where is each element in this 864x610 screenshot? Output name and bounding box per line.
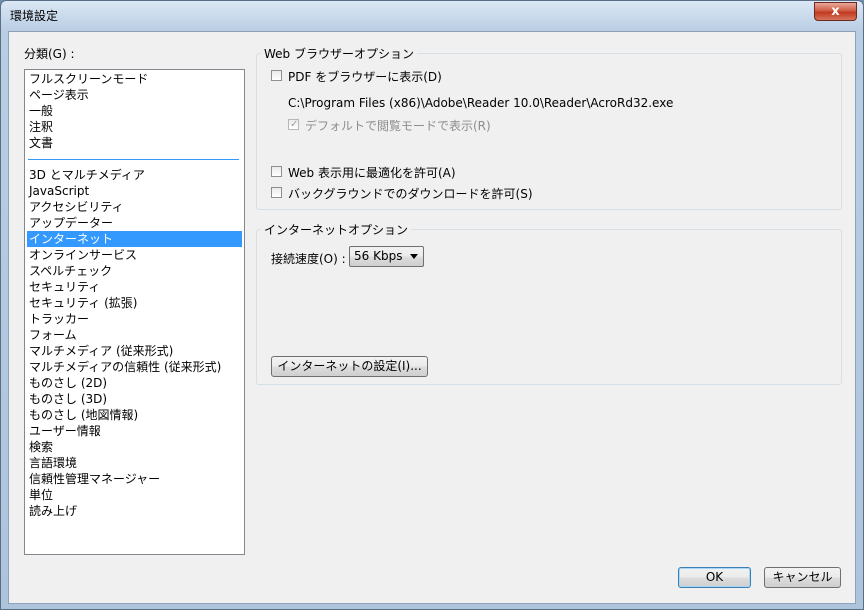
connection-speed-select[interactable]: 56 Kbps xyxy=(349,246,424,267)
background-download-label: バックグラウンドでのダウンロードを許可(S) xyxy=(288,187,533,201)
web-browser-options-title: Web ブラウザーオプション xyxy=(261,45,417,62)
list-item-selected[interactable]: インターネット xyxy=(27,231,242,247)
checkbox-box[interactable] xyxy=(271,187,282,198)
list-item[interactable]: アクセシビリティ xyxy=(27,199,242,215)
default-read-mode-label: デフォルトで閲覧モードで表示(R) xyxy=(305,119,491,133)
checkbox-box[interactable] xyxy=(271,70,282,81)
list-item[interactable]: JavaScript xyxy=(27,183,242,199)
list-item[interactable]: トラッカー xyxy=(27,311,242,327)
list-item[interactable]: 一般 xyxy=(27,103,242,119)
list-item[interactable]: 信頼性管理マネージャー xyxy=(27,471,242,487)
ok-button[interactable]: OK xyxy=(678,567,751,588)
check-icon: ✓ xyxy=(290,119,299,130)
list-item[interactable]: フォーム xyxy=(27,327,242,343)
reader-path: C:\Program Files (x86)\Adobe\Reader 10.0… xyxy=(288,96,674,110)
list-item[interactable]: アップデーター xyxy=(27,215,242,231)
list-item[interactable]: セキュリティ xyxy=(27,279,242,295)
list-item[interactable]: セキュリティ (拡張) xyxy=(27,295,242,311)
close-button[interactable]: x xyxy=(814,2,857,21)
list-item[interactable]: ものさし (3D) xyxy=(27,391,242,407)
list-item[interactable]: スペルチェック xyxy=(27,263,242,279)
list-item[interactable]: フルスクリーンモード xyxy=(27,71,242,87)
internet-settings-button[interactable]: インターネットの設定(I)... xyxy=(271,356,428,377)
checkbox-box[interactable] xyxy=(271,166,282,177)
list-item[interactable]: ユーザー情報 xyxy=(27,423,242,439)
title-bar[interactable]: 環境設定 x xyxy=(1,1,863,31)
dialog-client-area: 分類(G) : フルスクリーンモード ページ表示 一般 注釈 文書 3D とマル… xyxy=(8,31,856,604)
list-item[interactable]: 言語環境 xyxy=(27,455,242,471)
close-icon: x xyxy=(831,4,840,19)
fast-web-view-label: Web 表示用に最適化を許可(A) xyxy=(288,166,456,180)
categories-list[interactable]: フルスクリーンモード ページ表示 一般 注釈 文書 3D とマルチメディア Ja… xyxy=(24,69,245,555)
checkbox-box: ✓ xyxy=(288,119,299,130)
connection-speed-label: 接続速度(O) : xyxy=(271,252,346,266)
list-item[interactable]: 読み上げ xyxy=(27,503,242,519)
connection-speed-value: 56 Kbps xyxy=(354,249,403,263)
list-item[interactable]: 注釈 xyxy=(27,119,242,135)
chevron-down-icon xyxy=(410,254,418,259)
list-item[interactable]: ページ表示 xyxy=(27,87,242,103)
cancel-button[interactable]: キャンセル xyxy=(764,567,841,588)
list-item[interactable]: マルチメディアの信頼性 (従来形式) xyxy=(27,359,242,375)
internet-options-title: インターネットオプション xyxy=(261,221,412,238)
window-title: 環境設定 xyxy=(10,9,59,23)
list-item[interactable]: 検索 xyxy=(27,439,242,455)
list-item[interactable]: ものさし (地図情報) xyxy=(27,407,242,423)
list-item[interactable]: ものさし (2D) xyxy=(27,375,242,391)
preferences-window: 環境設定 x 分類(G) : フルスクリーンモード ページ表示 一般 注釈 文書… xyxy=(0,0,864,610)
list-item[interactable]: 単位 xyxy=(27,487,242,503)
list-item[interactable]: マルチメディア (従来形式) xyxy=(27,343,242,359)
list-separator xyxy=(28,159,239,160)
categories-label: 分類(G) : xyxy=(24,47,75,61)
list-item[interactable]: 3D とマルチメディア xyxy=(27,167,242,183)
list-item[interactable]: 文書 xyxy=(27,135,242,151)
show-in-browser-label: PDF をブラウザーに表示(D) xyxy=(288,70,442,84)
list-item[interactable]: オンラインサービス xyxy=(27,247,242,263)
